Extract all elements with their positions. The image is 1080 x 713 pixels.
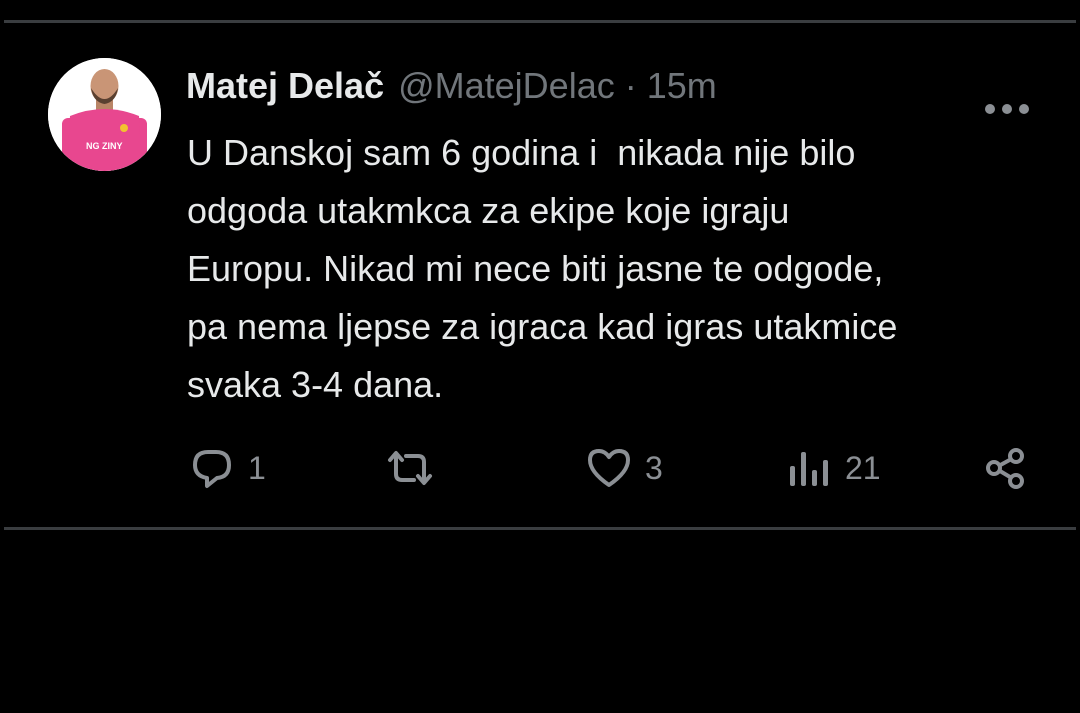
views-icon (790, 452, 828, 486)
more-dot (1019, 104, 1029, 114)
avatar[interactable]: NG ZINY (48, 58, 161, 171)
reply-button[interactable]: 1 (188, 441, 266, 495)
action-bar: 1 3 21 (0, 441, 1080, 495)
display-name[interactable]: Matej Delač (186, 65, 384, 107)
tweet-header: Matej Delač @MatejDelac · 15m (186, 65, 717, 109)
user-handle[interactable]: @MatejDelac (398, 65, 615, 107)
heart-icon (588, 449, 630, 487)
avatar-image: NG ZINY (48, 58, 161, 171)
more-dot (1002, 104, 1012, 114)
more-dot (985, 104, 995, 114)
share-icon (986, 448, 1024, 489)
more-icon[interactable] (985, 103, 1029, 115)
like-count: 3 (645, 449, 663, 486)
retweet-button[interactable] (384, 441, 448, 495)
jersey-text: NG ZINY (86, 141, 123, 151)
views-button[interactable]: 21 (787, 441, 881, 495)
like-button[interactable]: 3 (585, 441, 663, 495)
retweet-icon (388, 451, 432, 485)
reply-icon (193, 450, 231, 488)
separator-dot: · (624, 65, 637, 106)
bottom-divider (4, 527, 1076, 530)
timestamp[interactable]: 15m (647, 65, 717, 107)
share-button[interactable] (982, 441, 1028, 495)
views-count: 21 (845, 449, 881, 486)
reply-count: 1 (248, 449, 266, 486)
tweet[interactable]: NG ZINY Matej Delač @MatejDelac · 15m U … (0, 23, 1080, 527)
tweet-text: U Danskoj sam 6 godina i nikada nije bil… (187, 132, 898, 405)
